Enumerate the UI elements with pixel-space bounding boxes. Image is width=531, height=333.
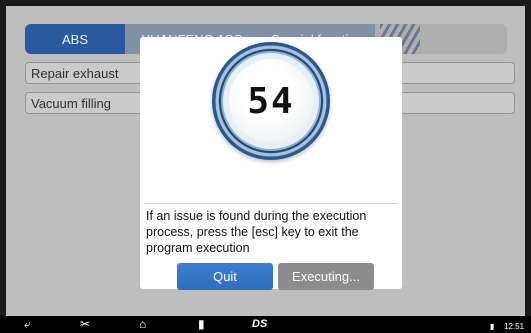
clock: 12:51 — [504, 322, 525, 331]
countdown-value: 54 — [247, 80, 295, 122]
dialog-divider — [144, 203, 398, 204]
countdown-dial: 54 — [212, 42, 330, 160]
dialog-message: If an issue is found during the executio… — [146, 209, 367, 255]
executing-button[interactable]: Executing... — [278, 263, 374, 290]
system-taskbar: ⤶ ✂ ⌂ ▮ DS ▮ 12:51 — [0, 316, 531, 333]
back-icon[interactable]: ⤶ — [24, 318, 31, 331]
brand-logo[interactable]: DS — [252, 318, 267, 331]
countdown-dial-face: 54 — [229, 59, 313, 143]
vci-icon[interactable]: ✂ — [80, 318, 90, 331]
app-screen: ABS YUANFENG ABS Special function Repair… — [6, 6, 525, 316]
recent-apps-icon[interactable]: ▮ — [198, 318, 205, 331]
execution-dialog: 54 If an issue is found during the execu… — [140, 37, 402, 290]
battery-icon: ▮ — [490, 322, 495, 331]
home-icon[interactable]: ⌂ — [139, 318, 146, 331]
quit-button[interactable]: Quit — [177, 263, 273, 290]
